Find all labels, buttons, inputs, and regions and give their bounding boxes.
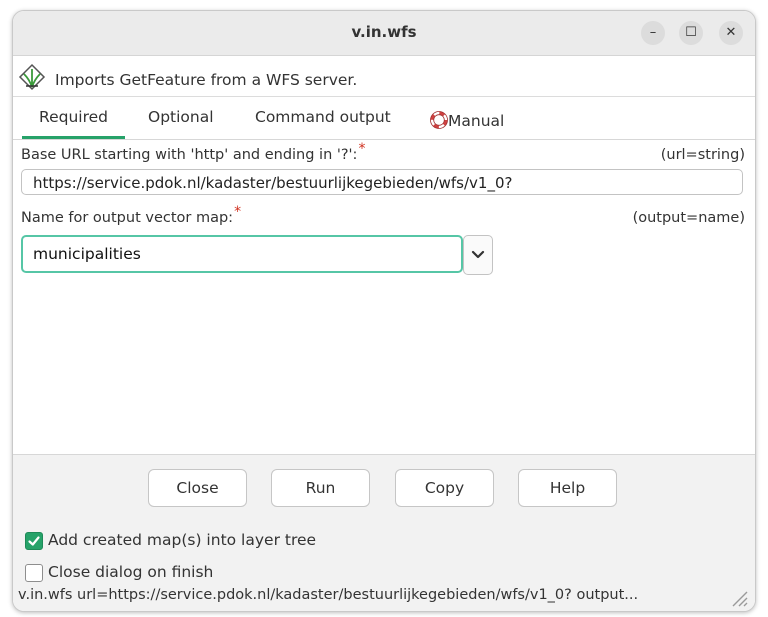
- output-name-input[interactable]: municipalities: [21, 235, 463, 273]
- module-info-bar: Imports GetFeature from a WFS server.: [13, 56, 755, 97]
- url-field-label: Base URL starting with 'http' and ending…: [21, 141, 366, 163]
- tab-optional[interactable]: Optional: [148, 108, 214, 126]
- active-tab-indicator: [22, 136, 125, 139]
- required-marker: *: [358, 141, 366, 157]
- add-to-layer-tree-label: Add created map(s) into layer tree: [48, 531, 317, 549]
- grass-logo-icon: [18, 63, 46, 91]
- url-input[interactable]: https://service.pdok.nl/kadaster/bestuur…: [21, 169, 743, 195]
- close-on-finish-checkbox[interactable]: [25, 564, 43, 582]
- tab-manual-label: Manual: [448, 112, 505, 130]
- chevron-down-icon: [471, 250, 485, 259]
- close-window-button[interactable]: ✕: [719, 21, 743, 45]
- status-bar: v.in.wfs url=https://service.pdok.nl/kad…: [13, 584, 755, 611]
- tab-command-output[interactable]: Command output: [255, 108, 391, 126]
- help-button[interactable]: Help: [518, 469, 617, 507]
- output-field-label: Name for output vector map:*: [21, 204, 242, 226]
- tab-required[interactable]: Required: [39, 108, 108, 126]
- checkmark-icon: [28, 536, 40, 546]
- title-bar[interactable]: v.in.wfs – ☐ ✕: [13, 11, 755, 56]
- output-dropdown-button[interactable]: [463, 235, 493, 275]
- close-button[interactable]: Close: [148, 469, 247, 507]
- resize-grip-icon[interactable]: [727, 586, 749, 608]
- tab-manual[interactable]: Manual: [430, 108, 504, 130]
- run-button[interactable]: Run: [271, 469, 370, 507]
- minimize-button[interactable]: –: [641, 21, 665, 45]
- lifebuoy-icon: [430, 111, 448, 129]
- tab-bar: Required Optional Command output Manual: [13, 97, 755, 140]
- url-field-hint: (url=string): [660, 147, 745, 163]
- module-description: Imports GetFeature from a WFS server.: [55, 71, 358, 89]
- add-to-layer-tree-checkbox[interactable]: [25, 532, 43, 550]
- close-on-finish-label: Close dialog on finish: [48, 563, 214, 581]
- required-marker: *: [234, 204, 242, 220]
- maximize-button[interactable]: ☐: [679, 21, 703, 45]
- copy-button[interactable]: Copy: [395, 469, 494, 507]
- command-preview: v.in.wfs url=https://service.pdok.nl/kad…: [18, 587, 639, 603]
- dialog-window: v.in.wfs – ☐ ✕ Imports GetFeature from a…: [12, 10, 756, 612]
- output-field-hint: (output=name): [632, 210, 745, 226]
